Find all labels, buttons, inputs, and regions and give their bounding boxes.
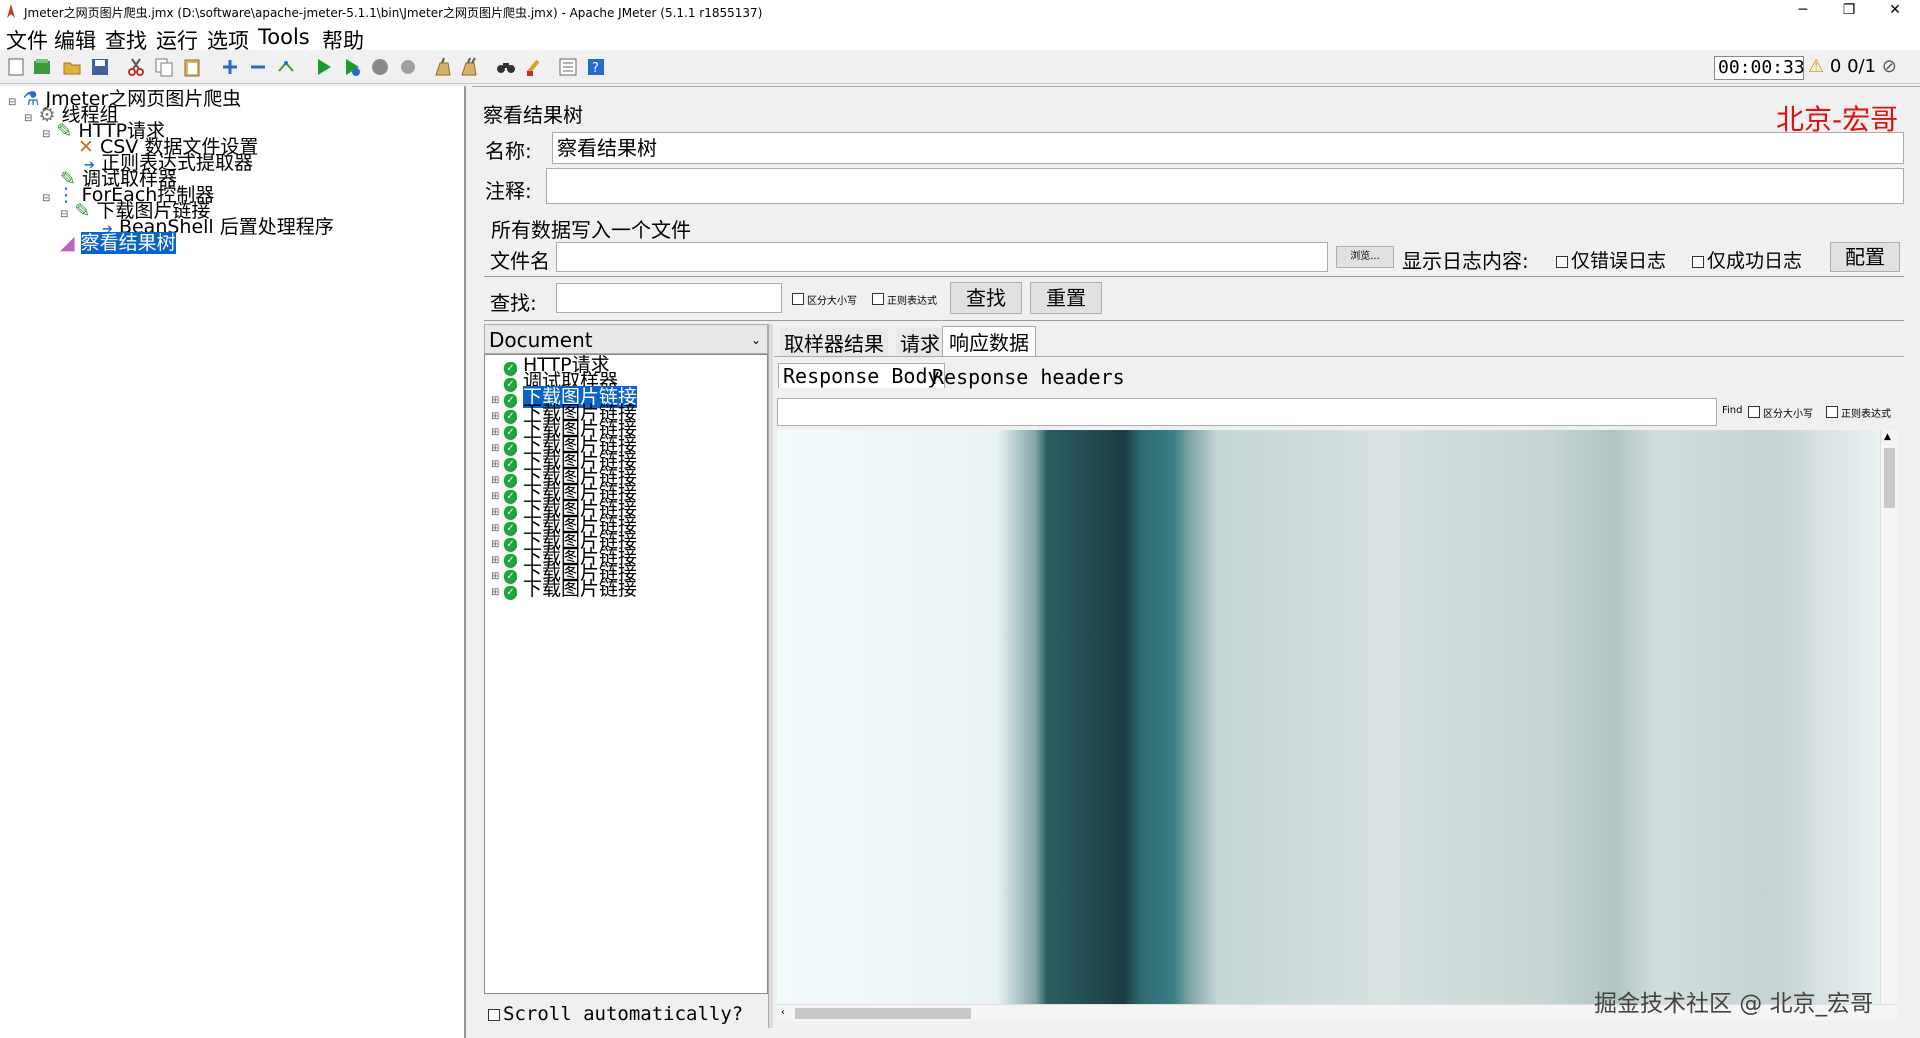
scroll-thumb[interactable] (1884, 448, 1895, 508)
response-image-graphic (777, 430, 1879, 1004)
write-all-label: 所有数据写入一个文件 (491, 218, 691, 242)
chevron-down-icon: ⌄ (750, 333, 761, 347)
tab-response-headers[interactable]: Response headers (932, 365, 1125, 389)
name-label: 名称: (485, 139, 532, 163)
comment-field[interactable] (546, 168, 1904, 204)
thread-count: 0/1 (1847, 56, 1877, 77)
find-regex-checkbox[interactable]: 正则表达式 (1826, 405, 1891, 420)
close-button[interactable]: ✕ (1872, 0, 1918, 22)
find-case-checkbox[interactable]: 区分大小写 (1748, 405, 1813, 420)
stop-icon[interactable] (370, 57, 390, 77)
case-sensitive-checkbox[interactable]: 区分大小写 (792, 292, 857, 307)
name-field[interactable]: 察看结果树 (552, 132, 1904, 164)
search-input[interactable] (556, 283, 782, 313)
search-binoculars-icon[interactable] (496, 57, 516, 77)
log-label: 显示日志内容: (1402, 249, 1529, 273)
copy-icon[interactable] (154, 57, 174, 77)
configure-button[interactable]: 配置 (1830, 242, 1900, 272)
svg-text:?: ? (592, 61, 599, 76)
minimize-button[interactable]: ─ (1780, 0, 1826, 22)
elapsed-timer: 00:00:33 (1714, 56, 1805, 80)
scroll-up-icon[interactable]: ▲ (1884, 432, 1891, 442)
warning-icon[interactable]: ⚠ (1808, 56, 1824, 77)
scroll-thumb[interactable] (795, 1008, 971, 1019)
sampler-pen-icon: ✎ (74, 200, 91, 222)
expand-icon[interactable] (220, 57, 240, 77)
tab-response-data[interactable]: 响应数据 (942, 326, 1036, 356)
success-only-checkbox[interactable]: 仅成功日志 (1692, 246, 1802, 273)
jmeter-logo-icon (6, 4, 16, 18)
help-icon[interactable]: ? (586, 57, 606, 77)
tab-response-body[interactable]: Response Body (778, 363, 945, 388)
shutdown-icon[interactable] (398, 57, 418, 77)
function-helper-icon[interactable] (558, 57, 578, 77)
collapse-icon[interactable] (248, 57, 268, 77)
start-icon[interactable] (314, 57, 334, 77)
menu-tools[interactable]: Tools (258, 25, 310, 49)
errors-only-checkbox[interactable]: 仅错误日志 (1556, 246, 1666, 273)
list-item[interactable]: ⊞ ✓ 下载图片链接 (491, 580, 637, 601)
clear-all-icon[interactable] (460, 57, 480, 77)
divider (484, 276, 1904, 277)
warning-count: 0 (1829, 56, 1842, 77)
divider (484, 320, 1904, 321)
test-plan-tree: ⊟ ⚗ Jmeter之网页图片爬虫 ⊟ ⚙ 线程组 ⊟ ✎ HTTP请求 ✕ C… (0, 86, 466, 1038)
open-icon[interactable] (62, 57, 82, 77)
window-title: Jmeter之网页图片爬虫.jmx (D:\software\apache-jm… (24, 6, 763, 20)
status-indicators: ⚠ 0 0/1 ⊘ (1808, 56, 1897, 77)
success-shield-icon: ✓ (504, 586, 517, 600)
vertical-scrollbar[interactable]: ▲ (1880, 430, 1897, 1004)
result-list[interactable]: ✓ HTTP请求 ✓ 调试取样器 ⊞ ✓ 下载图片链接 ⊞ ✓ 下载图片链接 ⊞ ✓ 下载图片链… (484, 354, 768, 994)
comment-label: 注释: (485, 179, 532, 203)
sampler-pen-icon: ✎ (56, 120, 73, 142)
save-icon[interactable] (90, 57, 110, 77)
tree-node-view-results[interactable]: ◢ 察看结果树 (60, 232, 176, 254)
tab-request[interactable]: 请求 (896, 328, 944, 357)
split-divider[interactable] (768, 324, 773, 1028)
restore-button[interactable]: ❐ (1826, 0, 1872, 22)
toggle-icon[interactable] (276, 57, 296, 77)
reset-search-icon[interactable] (524, 57, 544, 77)
search-button[interactable]: 查找 (950, 282, 1022, 314)
scroll-auto-checkbox[interactable]: Scroll automatically? (488, 1003, 743, 1025)
find-label: Find (1722, 405, 1743, 416)
listener-icon: ◢ (60, 232, 75, 254)
divider (774, 356, 1904, 357)
start-no-pause-icon[interactable] (342, 57, 362, 77)
browse-button[interactable]: 浏览... (1336, 246, 1394, 268)
title-bar: Jmeter之网页图片爬虫.jmx (D:\software\apache-jm… (0, 0, 1920, 22)
tab-sampler-result[interactable]: 取样器结果 (780, 328, 888, 357)
panel-title: 察看结果树 (483, 103, 583, 127)
renderer-value: Document (489, 328, 593, 352)
search-label: 查找: (490, 291, 537, 315)
reset-button[interactable]: 重置 (1030, 282, 1102, 314)
menu-bar: 文件 编辑 查找 运行 选项 Tools 帮助 (0, 22, 1920, 53)
response-image (777, 430, 1879, 1004)
cut-icon[interactable] (126, 57, 146, 77)
clear-icon[interactable] (432, 57, 452, 77)
find-input[interactable] (777, 398, 1717, 426)
log-icon[interactable]: ⊘ (1882, 56, 1897, 77)
renderer-select[interactable]: Document ⌄ (484, 324, 768, 354)
regex-checkbox[interactable]: 正则表达式 (872, 292, 937, 307)
templates-icon[interactable] (32, 57, 52, 77)
scroll-left-icon[interactable]: ‹ (781, 1007, 785, 1018)
paste-icon[interactable] (182, 57, 202, 77)
filename-field[interactable] (556, 242, 1328, 272)
watermark: 掘金技术社区 @ 北京_宏哥 (1594, 991, 1874, 1017)
new-icon[interactable] (6, 57, 26, 77)
filename-label: 文件名 (490, 249, 550, 273)
toolbar: ? (0, 50, 1920, 84)
